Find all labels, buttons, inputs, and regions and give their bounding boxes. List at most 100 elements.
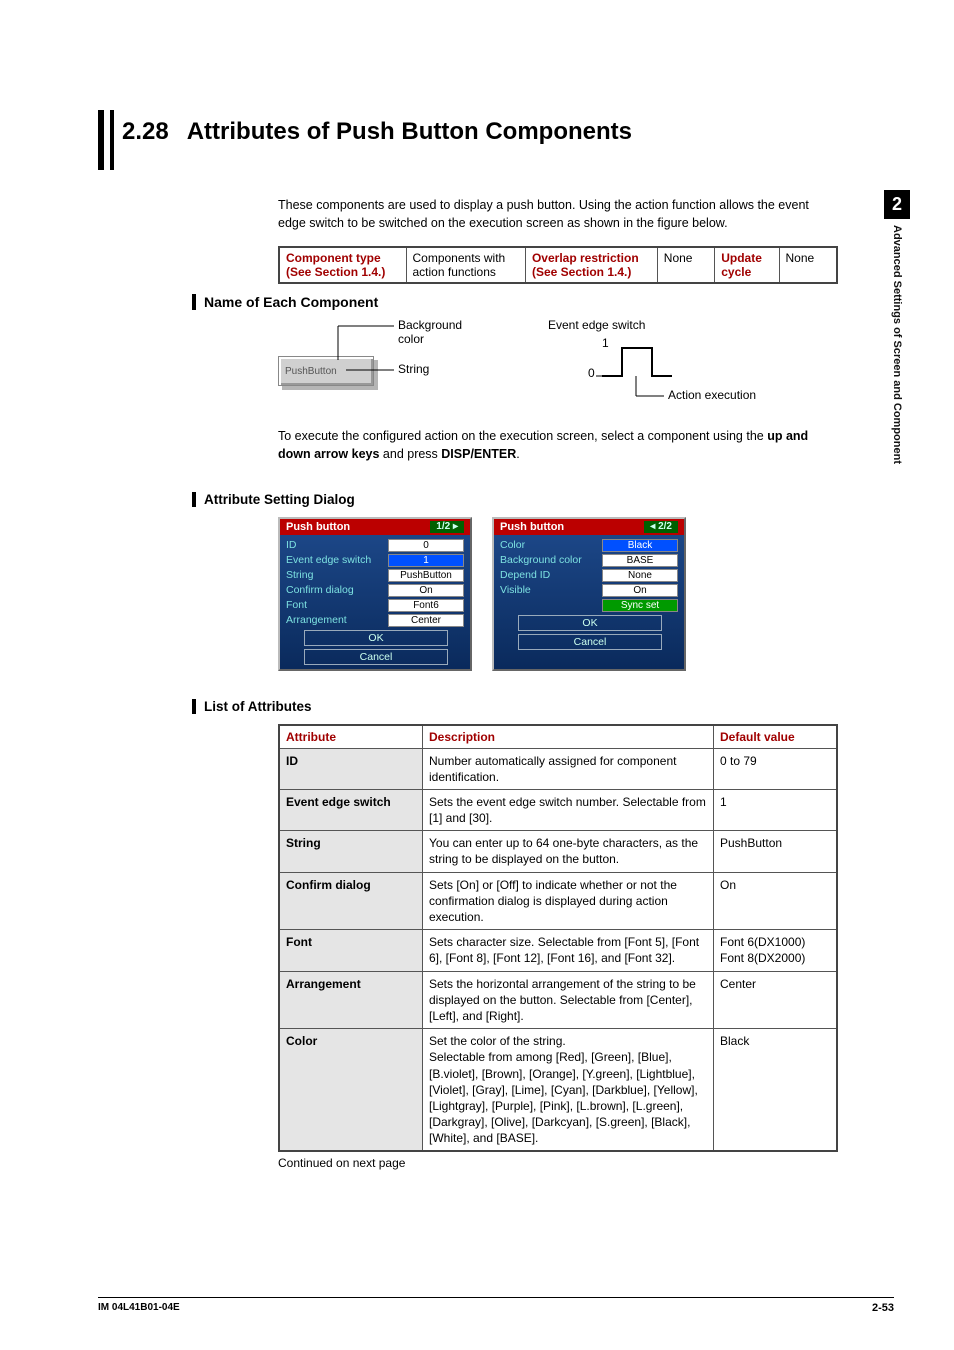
attr-default-cell: Black [714,1029,838,1152]
dialog-screenshots: Push button 1/2 ▸ ID0Event edge switch1S… [278,517,894,671]
info-val-overlap: None [657,247,714,283]
dialog-row: Color Black [500,539,678,552]
dialog-row-label: String [286,569,382,581]
attr-desc-cell: Sets the horizontal arrangement of the s… [423,971,714,1029]
attr-desc-cell: Sets character size. Selectable from [Fo… [423,930,714,971]
continued-note: Continued on next page [278,1156,894,1170]
component-diagram: Background color String PushButton Event… [278,318,894,413]
exec-text-e: . [516,447,519,461]
dialog-row-label: ID [286,539,382,551]
attr-name-cell: Font [279,930,423,971]
subhead-attribute-dialog: Attribute Setting Dialog [192,492,894,507]
attr-default-cell: 1 [714,789,838,830]
dialog-row-label: Color [500,539,596,551]
dialog2-titlebar: Push button ◂ 2/2 [494,519,684,535]
attr-desc-cell: Set the color of the string. Selectable … [423,1029,714,1152]
info-hdr-overlap: Overlap restriction (See Section 1.4.) [525,247,657,283]
subhead-text: Name of Each Component [204,294,378,310]
dialog-row: Visible On [500,584,678,597]
attributes-table: Attribute Description Default value IDNu… [278,724,838,1153]
dialog-row-value[interactable]: PushButton [388,569,464,582]
dialog-row: String PushButton [286,569,464,582]
dialog-row: Sync set [500,599,678,612]
dialog1-titlebar: Push button 1/2 ▸ [280,519,470,535]
table-row: ArrangementSets the horizontal arrangeme… [279,971,837,1029]
table-row: Event edge switchSets the event edge swi… [279,789,837,830]
attr-header-attribute: Attribute [279,725,423,749]
attr-desc-cell: You can enter up to 64 one-byte characte… [423,831,714,872]
dialog-row-value[interactable]: None [602,569,678,582]
attr-desc-cell: Sets [On] or [Off] to indicate whether o… [423,872,714,930]
exec-text-c: and press [379,447,441,461]
dialog-row-value[interactable]: Black [602,539,678,552]
dialog-row-label: Depend ID [500,569,596,581]
dialog-row-value[interactable]: On [602,584,678,597]
exec-text-d: DISP/ENTER [441,447,516,461]
section-heading-bar [98,110,104,170]
dialog-row-label: Confirm dialog [286,584,382,596]
execution-paragraph: To execute the configured action on the … [278,427,838,463]
diagram-right: Event edge switch 1 0 Action execution [538,318,798,413]
exec-text-a: To execute the configured action on the … [278,429,767,443]
section-number: 2.28 [122,118,169,146]
dialog-row-label: Font [286,599,382,611]
dialog2-page-indicator: ◂ 2/2 [644,521,678,533]
dialog-row-label: Visible [500,584,596,596]
dialog-row-label: Event edge switch [286,554,382,566]
attr-header-default: Default value [714,725,838,749]
attr-default-cell: Center [714,971,838,1029]
dialog1-body: ID 0 Event edge switch 1 String PushButton Con… [280,535,470,627]
dialog-row-value[interactable]: 1 [388,554,464,567]
dialog-row: Arrangement Center [286,614,464,627]
chapter-title-vertical: Advanced Settings of Screen and Componen… [891,225,903,464]
attr-default-cell: On [714,872,838,930]
chapter-number: 2 [884,190,910,219]
dialog-row-value[interactable]: Center [388,614,464,627]
dialog-row: Confirm dialog On [286,584,464,597]
info-hdr-component-type: Component type (See Section 1.4.) [279,247,406,283]
attr-default-cell: 0 to 79 [714,748,838,789]
dialog-row-label: Arrangement [286,614,382,626]
section-heading: 2.28 Attributes of Push Button Component… [98,110,894,170]
dialog-row: ID 0 [286,539,464,552]
attr-name-cell: ID [279,748,423,789]
table-row: StringYou can enter up to 64 one-byte ch… [279,831,837,872]
dialog-row-value[interactable]: On [388,584,464,597]
dialog-row: Font Font6 [286,599,464,612]
attr-name-cell: Event edge switch [279,789,423,830]
subhead-text: List of Attributes [204,699,312,714]
side-tab: 2 Advanced Settings of Screen and Compon… [880,190,914,464]
dialog-row-value[interactable]: Font6 [388,599,464,612]
dialog2-title: Push button [500,521,564,533]
component-info-table: Component type (See Section 1.4.) Compon… [278,246,838,284]
subhead-list-of-attributes: List of Attributes [192,699,894,714]
footer-left: IM 04L41B01-04E [98,1302,180,1314]
dialog1-ok-button[interactable]: OK [304,630,448,646]
attr-default-cell: PushButton [714,831,838,872]
dialog-row-value[interactable]: 0 [388,539,464,552]
dialog-row-value[interactable]: Sync set [602,599,678,612]
page-footer: IM 04L41B01-04E 2-53 [98,1297,894,1314]
subhead-name-of-component: Name of Each Component [192,294,894,310]
attr-name-cell: Arrangement [279,971,423,1029]
dialog-row-value[interactable]: BASE [602,554,678,567]
dialog1-cancel-button[interactable]: Cancel [304,649,448,665]
table-row: ColorSet the color of the string. Select… [279,1029,837,1152]
subhead-text: Attribute Setting Dialog [204,492,355,507]
intro-paragraph: These components are used to display a p… [278,196,838,232]
dialog2-ok-button[interactable]: OK [518,615,662,631]
dialog1-title: Push button [286,521,350,533]
dialog2-cancel-button[interactable]: Cancel [518,634,662,650]
dialog1-page-indicator: 1/2 ▸ [430,521,464,533]
table-row: IDNumber automatically assigned for comp… [279,748,837,789]
dialog-page2: Push button ◂ 2/2 ColorBlackBackground c… [492,517,686,671]
attr-default-cell: Font 6(DX1000) Font 8(DX2000) [714,930,838,971]
subhead-bar-icon [192,294,196,310]
table-row: Confirm dialogSets [On] or [Off] to indi… [279,872,837,930]
subhead-bar-icon [192,492,196,507]
table-row: FontSets character size. Selectable from… [279,930,837,971]
diagram-left-lines [278,318,488,404]
dialog-row: Event edge switch 1 [286,554,464,567]
section-title: Attributes of Push Button Components [187,118,894,146]
attr-desc-cell: Number automatically assigned for compon… [423,748,714,789]
